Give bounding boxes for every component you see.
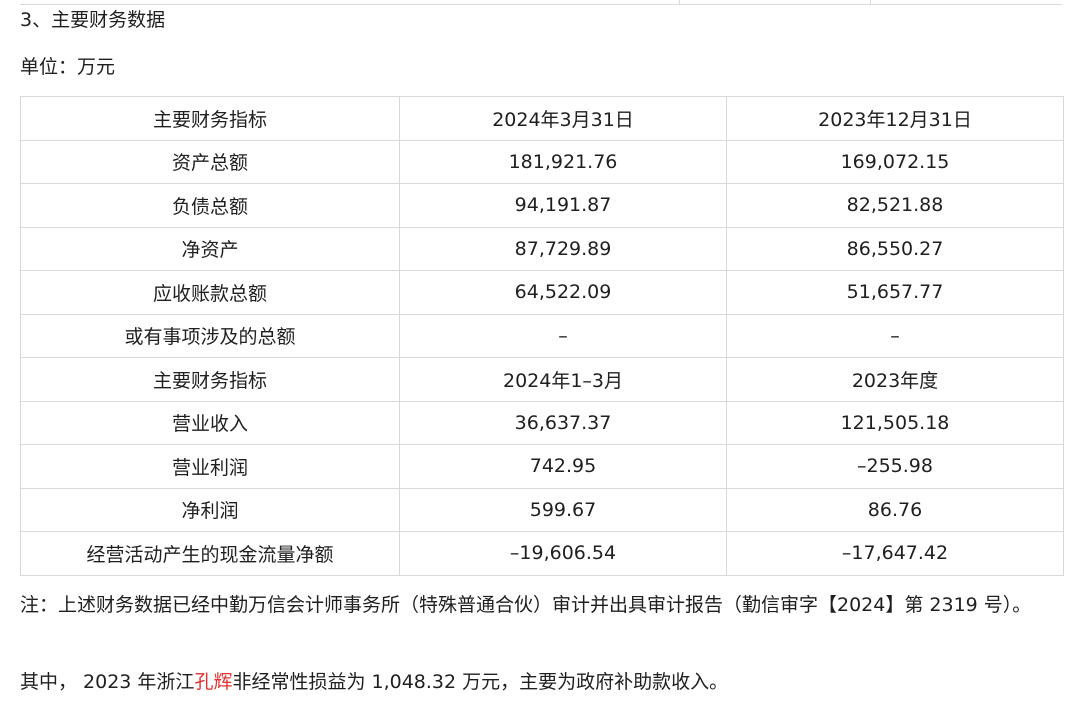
indicator-cell: 负债总额 (20, 183, 400, 228)
value-cell: 599.67 (399, 487, 727, 532)
indicator-cell: 经营活动产生的现金流量净额 (20, 531, 400, 576)
previous-table-divider (870, 0, 871, 4)
unit-label: 单位：万元 (20, 56, 116, 78)
indicator-cell: 主要财务指标 (20, 96, 400, 141)
value-cell: 64,522.09 (399, 270, 727, 315)
value-cell: 94,191.87 (399, 183, 727, 228)
summary-suffix: 非经常性损益为 1,048.32 万元，主要为政府补助款收入。 (232, 671, 729, 693)
table-row: 净资产 87,729.89 86,550.27 (20, 226, 1064, 271)
value-cell: 742.95 (399, 444, 727, 489)
value-cell: 87,729.89 (399, 226, 727, 271)
value-cell: 181,921.76 (399, 139, 727, 184)
indicator-cell: 或有事项涉及的总额 (20, 313, 400, 358)
value-cell: 86.76 (726, 487, 1064, 532)
summary-prefix: 其中， 2023 年浙江 (20, 671, 195, 693)
value-cell: 2024年3月31日 (399, 96, 727, 141)
table-row: 主要财务指标 2024年3月31日 2023年12月31日 (20, 96, 1064, 141)
previous-table-divider (679, 0, 680, 4)
value-cell: 169,072.15 (726, 139, 1064, 184)
value-cell: –19,606.54 (399, 531, 727, 576)
section-heading: 3、主要财务数据 (20, 9, 166, 31)
value-cell: 2023年12月31日 (726, 96, 1064, 141)
value-cell: – (399, 313, 727, 358)
value-cell: 2024年1–3月 (399, 357, 727, 402)
table-row: 或有事项涉及的总额 – – (20, 313, 1064, 358)
indicator-cell: 主要财务指标 (20, 357, 400, 402)
value-cell: 121,505.18 (726, 400, 1064, 445)
table-row: 应收账款总额 64,522.09 51,657.77 (20, 270, 1064, 315)
previous-table-bottom-edge (20, 0, 1062, 5)
audit-note: 注：上述财务数据已经中勤万信会计师事务所（特殊普通合伙）审计并出具审计报告（勤信… (20, 594, 1032, 616)
table-row: 主要财务指标 2024年1–3月 2023年度 (20, 357, 1064, 402)
table-row: 营业利润 742.95 –255.98 (20, 444, 1064, 489)
table-row: 净利润 599.67 86.76 (20, 487, 1064, 532)
indicator-cell: 营业收入 (20, 400, 400, 445)
value-cell: 36,637.37 (399, 400, 727, 445)
indicator-cell: 资产总额 (20, 139, 400, 184)
financial-data-table: 主要财务指标 2024年3月31日 2023年12月31日 资产总额 181,921.7… (20, 96, 1064, 576)
value-cell: 51,657.77 (726, 270, 1064, 315)
value-cell: –17,647.42 (726, 531, 1064, 576)
indicator-cell: 净资产 (20, 226, 400, 271)
value-cell: – (726, 313, 1064, 358)
table-row: 营业收入 36,637.37 121,505.18 (20, 400, 1064, 445)
value-cell: –255.98 (726, 444, 1064, 489)
table-row: 负债总额 94,191.87 82,521.88 (20, 183, 1064, 228)
value-cell: 2023年度 (726, 357, 1064, 402)
value-cell: 82,521.88 (726, 183, 1064, 228)
value-cell: 86,550.27 (726, 226, 1064, 271)
table-row: 经营活动产生的现金流量净额 –19,606.54 –17,647.42 (20, 531, 1064, 576)
summary-paragraph: 其中， 2023 年浙江孔辉非经常性损益为 1,048.32 万元，主要为政府补… (20, 667, 728, 697)
indicator-cell: 应收账款总额 (20, 270, 400, 315)
indicator-cell: 营业利润 (20, 444, 400, 489)
company-name-highlight: 孔辉 (194, 671, 233, 693)
table-row: 资产总额 181,921.76 169,072.15 (20, 139, 1064, 184)
indicator-cell: 净利润 (20, 487, 400, 532)
